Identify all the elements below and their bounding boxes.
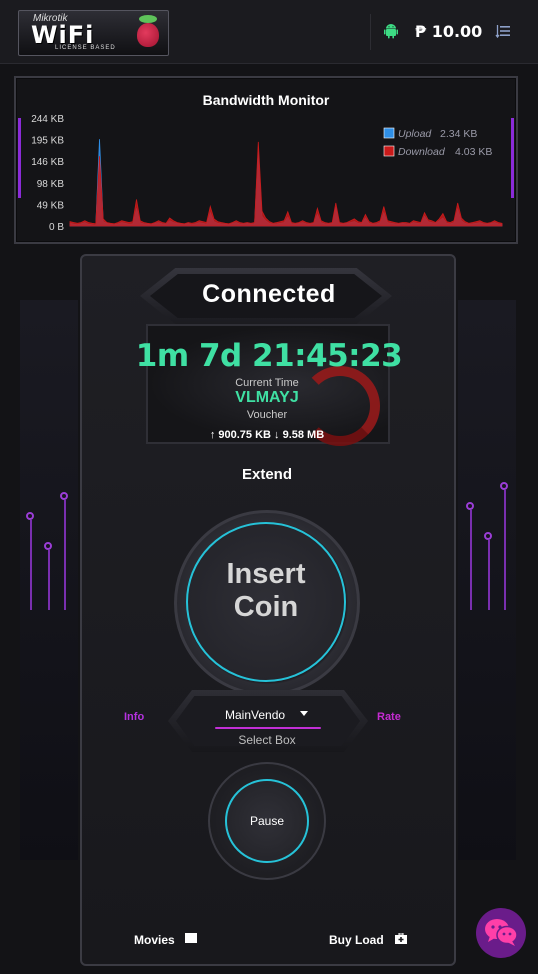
legend-label-download: Download xyxy=(398,146,446,158)
circuit-line xyxy=(470,510,472,610)
voucher-code: VLMAYJ xyxy=(235,389,299,406)
film-icon[interactable] xyxy=(185,933,197,943)
raspberry-icon xyxy=(137,23,159,47)
info-link[interactable]: Info xyxy=(124,711,144,723)
y-tick-label: 49 KB xyxy=(37,200,65,211)
y-tick-label: 98 KB xyxy=(37,179,65,190)
traffic-usage: ↑ 900.75 KB ↓ 9.58 MB xyxy=(209,429,325,441)
select-underline xyxy=(215,727,321,729)
y-tick-label: 244 KB xyxy=(31,114,64,125)
bandwidth-chart: 244 KB 195 KB 146 KB 98 KB 49 KB 0 B Upload 2.3… xyxy=(31,114,503,233)
circuit-line xyxy=(504,490,506,610)
android-icon[interactable] xyxy=(383,23,399,39)
medical-kit-icon[interactable] xyxy=(395,933,407,944)
legend-label-upload: Upload xyxy=(398,128,432,140)
insert-coin-label[interactable]: Insert Coin xyxy=(186,558,346,624)
current-time-label: Current Time xyxy=(235,377,299,389)
circuit-node xyxy=(466,502,474,510)
chat-bubbles-icon xyxy=(485,919,518,946)
raspberry-leaf-icon xyxy=(139,15,157,23)
circuit-node xyxy=(60,492,68,500)
header-right: ₱ 10.00 xyxy=(370,14,538,50)
vendo-select-value[interactable]: MainVendo xyxy=(225,708,285,722)
voucher-label: Voucher xyxy=(246,409,288,421)
chevron-down-icon[interactable] xyxy=(300,711,308,716)
wifi-logo: Mikrotik WiFi LICENSE BASED xyxy=(18,10,169,56)
circuit-node xyxy=(500,482,508,490)
sort-menu-icon[interactable] xyxy=(495,23,511,39)
insert-coin-line1: Insert xyxy=(226,558,306,590)
y-tick-label: 195 KB xyxy=(31,136,64,147)
circuit-line xyxy=(488,540,490,610)
circuit-node xyxy=(26,512,34,520)
rate-link[interactable]: Rate xyxy=(377,711,401,723)
top-bar: Mikrotik WiFi LICENSE BASED ₱ 10.00 xyxy=(0,0,538,64)
remaining-time: 1m 7d 21:45:23 xyxy=(135,338,403,374)
legend-swatch-upload xyxy=(383,127,395,139)
y-tick-label: 146 KB xyxy=(31,157,64,168)
circuit-node xyxy=(484,532,492,540)
circuit-line xyxy=(30,520,32,610)
legend-value-upload: 2.34 KB xyxy=(440,128,477,140)
circuit-line xyxy=(48,550,50,610)
pause-label[interactable]: Pause xyxy=(225,814,309,828)
bandwidth-monitor: Bandwidth Monitor 244 KB 195 KB 146 KB 98 K… xyxy=(14,76,518,244)
chat-button[interactable] xyxy=(476,908,526,958)
balance-amount: ₱ 10.00 xyxy=(415,22,483,41)
y-tick-label: 0 B xyxy=(49,222,64,233)
movies-button[interactable]: Movies xyxy=(134,933,175,947)
connection-status: Connected xyxy=(202,280,336,308)
select-box-label: Select Box xyxy=(238,733,296,747)
circuit-line xyxy=(64,500,66,610)
legend-swatch-download xyxy=(383,145,395,157)
legend-value-download: 4.03 KB xyxy=(455,146,492,158)
buy-load-button[interactable]: Buy Load xyxy=(329,933,384,947)
insert-coin-line2: Coin xyxy=(233,591,299,623)
logo-sub-text: LICENSE BASED xyxy=(55,45,116,51)
extend-label: Extend xyxy=(241,466,292,483)
circuit-node xyxy=(44,542,52,550)
